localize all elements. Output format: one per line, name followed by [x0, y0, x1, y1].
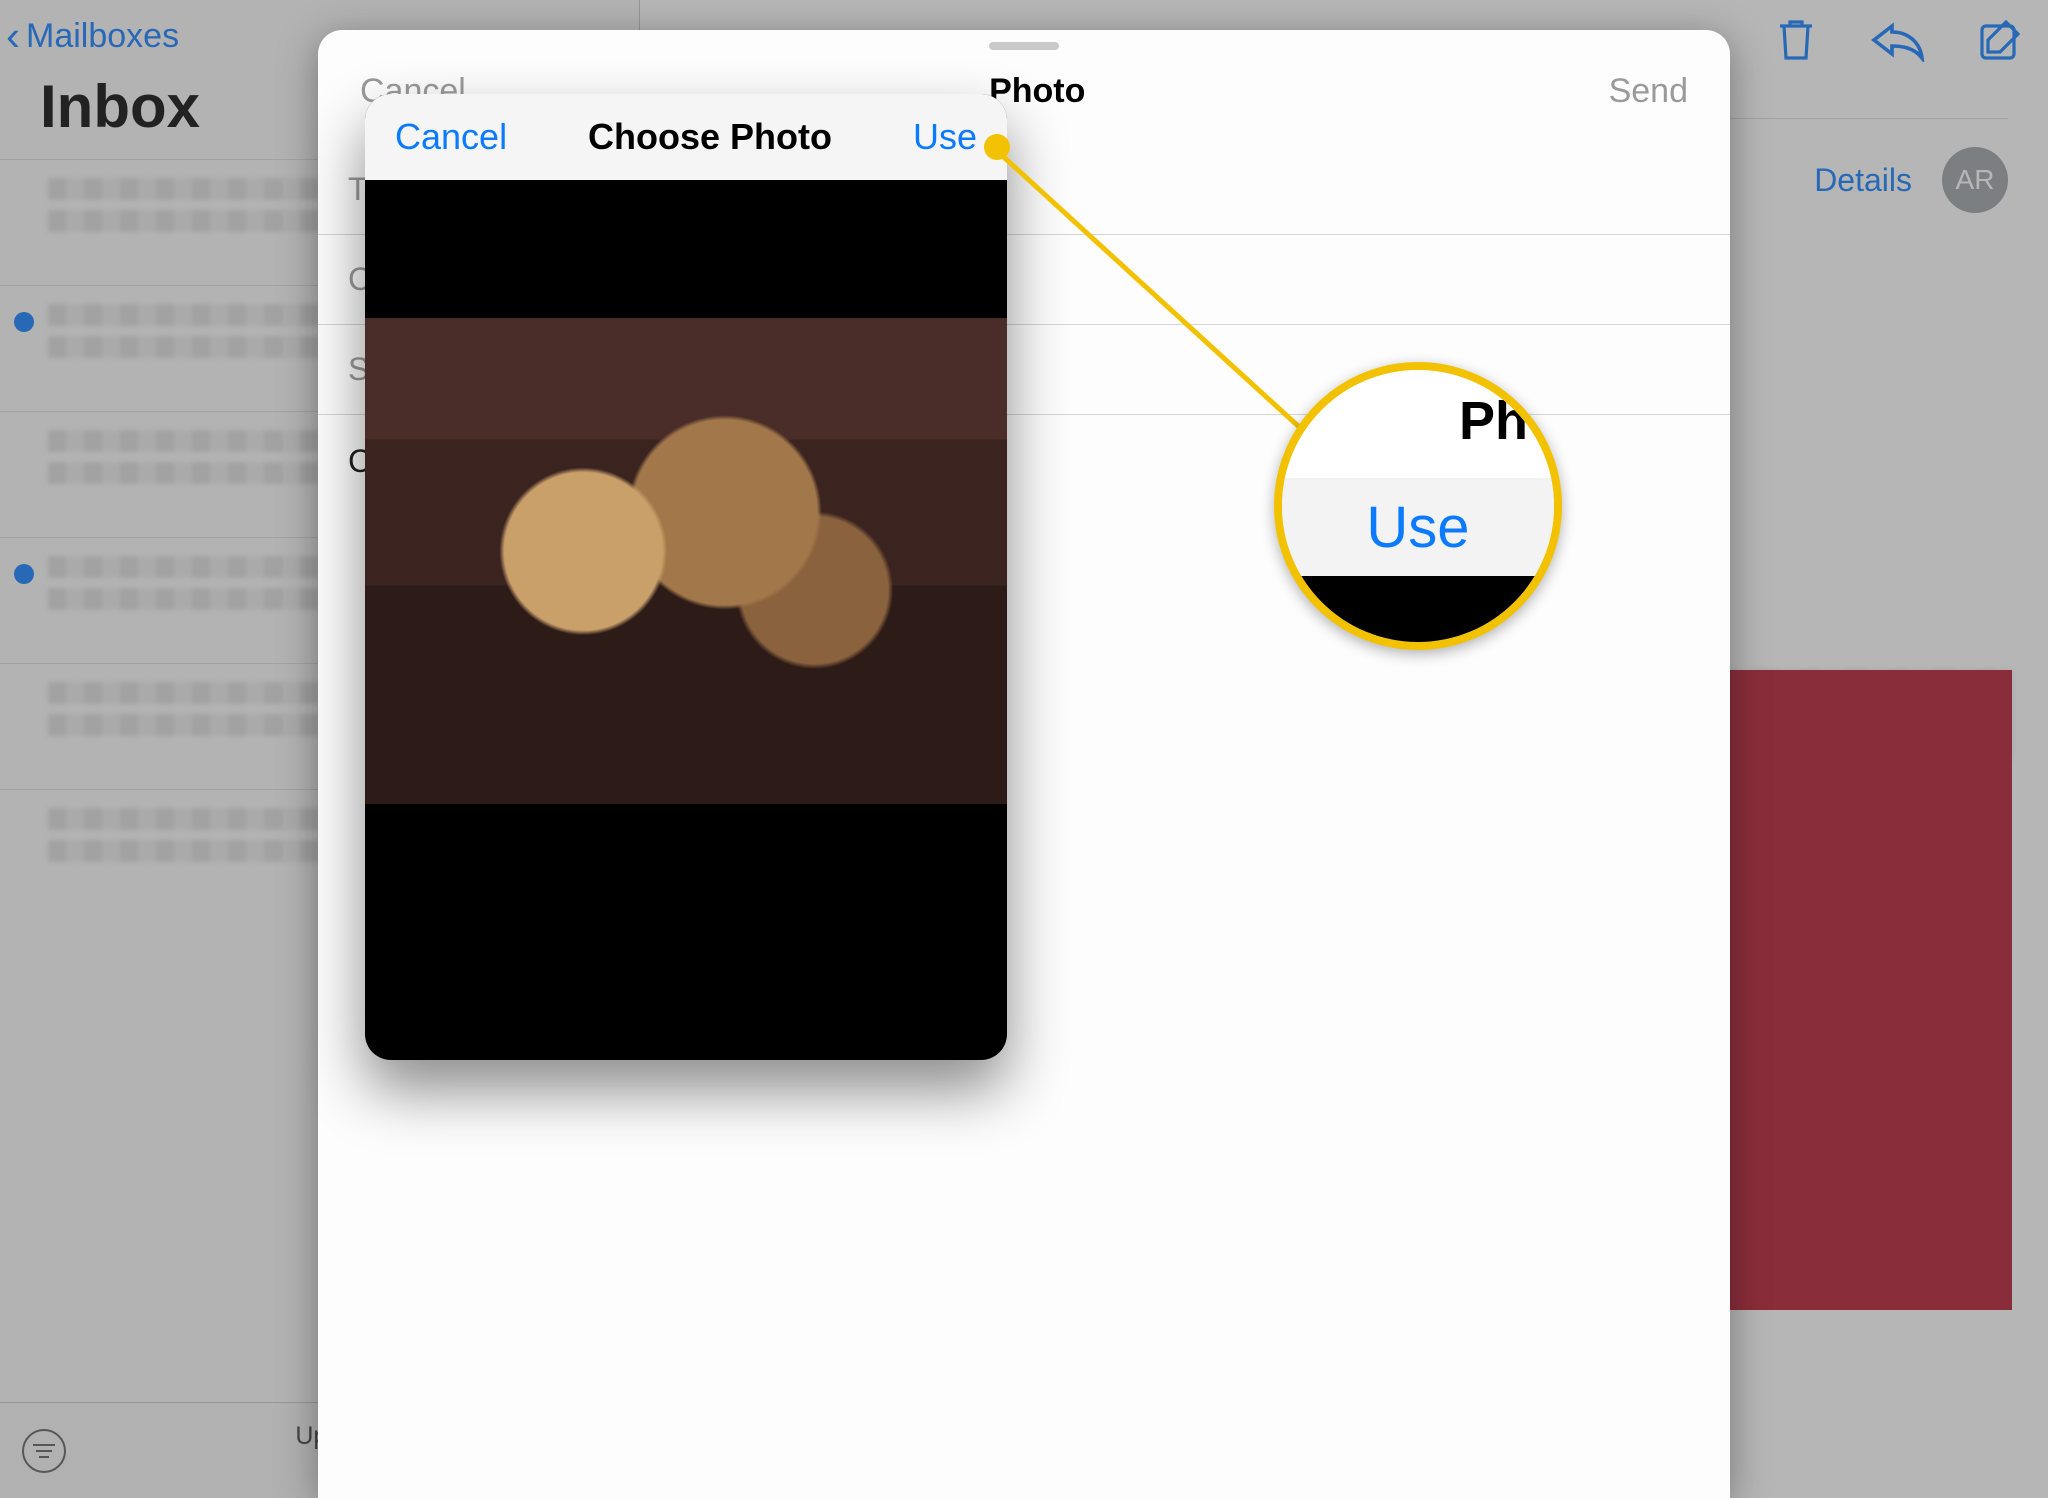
sheet-grabber[interactable]: [989, 42, 1059, 50]
photo-use-button[interactable]: Use: [913, 116, 977, 158]
choose-photo-popover: Cancel Choose Photo Use: [365, 94, 1007, 1060]
compose-title: Photo: [989, 72, 1085, 111]
photo-popover-title: Choose Photo: [588, 116, 832, 158]
compose-send-button[interactable]: Send: [1609, 72, 1688, 111]
photo-preview[interactable]: [365, 318, 1007, 804]
annotation-anchor-dot: [984, 134, 1010, 160]
callout-ph-fragment: Ph: [1282, 370, 1554, 478]
callout-use-label: Use: [1282, 478, 1554, 576]
callout-black-area: [1282, 576, 1554, 642]
annotation-zoom-circle: Ph Use: [1274, 362, 1562, 650]
photo-cancel-button[interactable]: Cancel: [395, 116, 507, 158]
